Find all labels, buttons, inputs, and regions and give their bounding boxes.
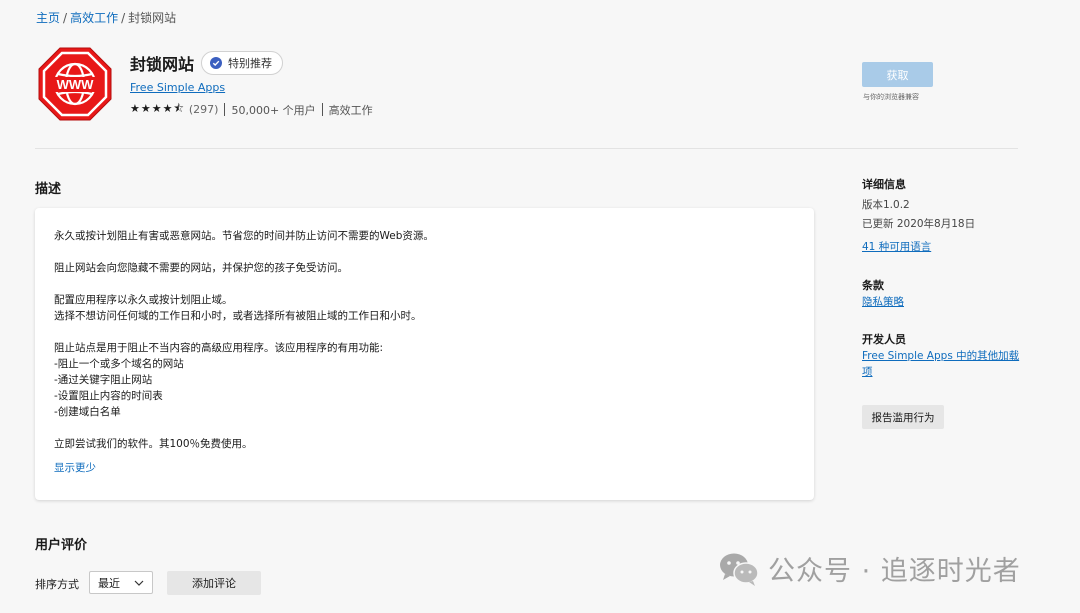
watermark: 公众号 · 追逐时光者 bbox=[718, 549, 1021, 588]
developer-heading: 开发人员 bbox=[862, 333, 906, 346]
privacy-policy-link[interactable]: 隐私策略 bbox=[862, 294, 904, 310]
description-heading: 描述 bbox=[35, 182, 62, 197]
rating-stars: ★★★★⯪ bbox=[130, 102, 185, 115]
app-title: 封锁网站 bbox=[130, 55, 195, 74]
breadcrumb: 主页 / 高效工作 / 封锁网站 bbox=[36, 9, 176, 26]
description-paragraph: 阻止网站会向您隐藏不需要的网站，并保护您的孩子免受访问。 bbox=[54, 262, 348, 274]
description-text: 永久或按计划阻止有害或恶意网站。节省您的时间并防止访问不需要的Web资源。 阻止… bbox=[54, 228, 794, 452]
languages-link[interactable]: 41 种可用语言 bbox=[862, 239, 931, 255]
show-less-link[interactable]: 显示更少 bbox=[54, 460, 96, 475]
details-heading: 详细信息 bbox=[862, 178, 906, 191]
watermark-text: 公众号 · 追逐时光者 bbox=[768, 556, 1021, 587]
description-card: 永久或按计划阻止有害或恶意网站。节省您的时间并防止访问不需要的Web资源。 阻止… bbox=[35, 208, 814, 500]
compatibility-caption: 与你的浏览器兼容 bbox=[863, 93, 919, 101]
description-paragraph: 永久或按计划阻止有害或恶意网站。节省您的时间并防止访问不需要的Web资源。 bbox=[54, 230, 434, 242]
app-category: 高效工作 bbox=[328, 103, 373, 117]
add-review-button[interactable]: 添加评论 bbox=[167, 571, 261, 595]
description-paragraph: 立即尝试我们的软件。其100％免费使用。 bbox=[54, 438, 253, 450]
description-paragraph: 配置应用程序以永久或按计划阻止域。 选择不想访问任何域的工作日和小时，或者选择所… bbox=[54, 294, 422, 322]
publisher-link[interactable]: Free Simple Apps bbox=[130, 81, 225, 94]
wechat-icon bbox=[720, 553, 759, 586]
more-addons-link[interactable]: Free Simple Apps 中的其他加载 项 bbox=[862, 348, 1022, 380]
sort-select[interactable]: 最近 bbox=[89, 571, 153, 594]
report-abuse-button[interactable]: 报告滥用行为 bbox=[862, 405, 944, 429]
breadcrumb-category-link[interactable]: 高效工作 bbox=[70, 11, 118, 25]
breadcrumb-separator: / bbox=[121, 11, 126, 25]
sort-label: 排序方式 bbox=[35, 578, 79, 591]
breadcrumb-current: 封锁网站 bbox=[128, 11, 177, 25]
version-text: 版本1.0.2 bbox=[862, 199, 910, 211]
description-paragraph: 阻止站点是用于阻止不当内容的高级应用程序。该应用程序的有用功能: -阻止一个或多… bbox=[54, 342, 384, 418]
header-divider bbox=[35, 148, 1018, 149]
chevron-down-icon bbox=[134, 580, 144, 586]
more-addons-link-line2[interactable]: 项 bbox=[862, 364, 1022, 380]
featured-badge: 特别推荐 bbox=[201, 51, 283, 75]
featured-badge-label: 特别推荐 bbox=[228, 57, 272, 70]
app-meta: ★★★★⯪ (297) 50,000+ 个用户 高效工作 bbox=[130, 100, 373, 119]
breadcrumb-separator: / bbox=[63, 11, 68, 25]
meta-divider bbox=[224, 103, 226, 116]
app-logo: WWW bbox=[38, 47, 112, 121]
updated-text: 已更新 2020年8月18日 bbox=[862, 218, 976, 230]
breadcrumb-home-link[interactable]: 主页 bbox=[36, 11, 60, 25]
user-count: 50,000+ 个用户 bbox=[231, 103, 316, 117]
terms-heading: 条款 bbox=[862, 279, 884, 292]
meta-divider bbox=[321, 103, 323, 116]
verified-badge-icon bbox=[210, 57, 222, 69]
logo-text: WWW bbox=[57, 77, 95, 92]
reviews-heading: 用户评价 bbox=[35, 538, 88, 553]
rating-count: (297) bbox=[188, 103, 219, 116]
get-button[interactable]: 获取 bbox=[862, 62, 933, 87]
sort-select-value: 最近 bbox=[98, 576, 120, 590]
more-addons-link-line1[interactable]: Free Simple Apps 中的其他加载 bbox=[862, 348, 1022, 364]
